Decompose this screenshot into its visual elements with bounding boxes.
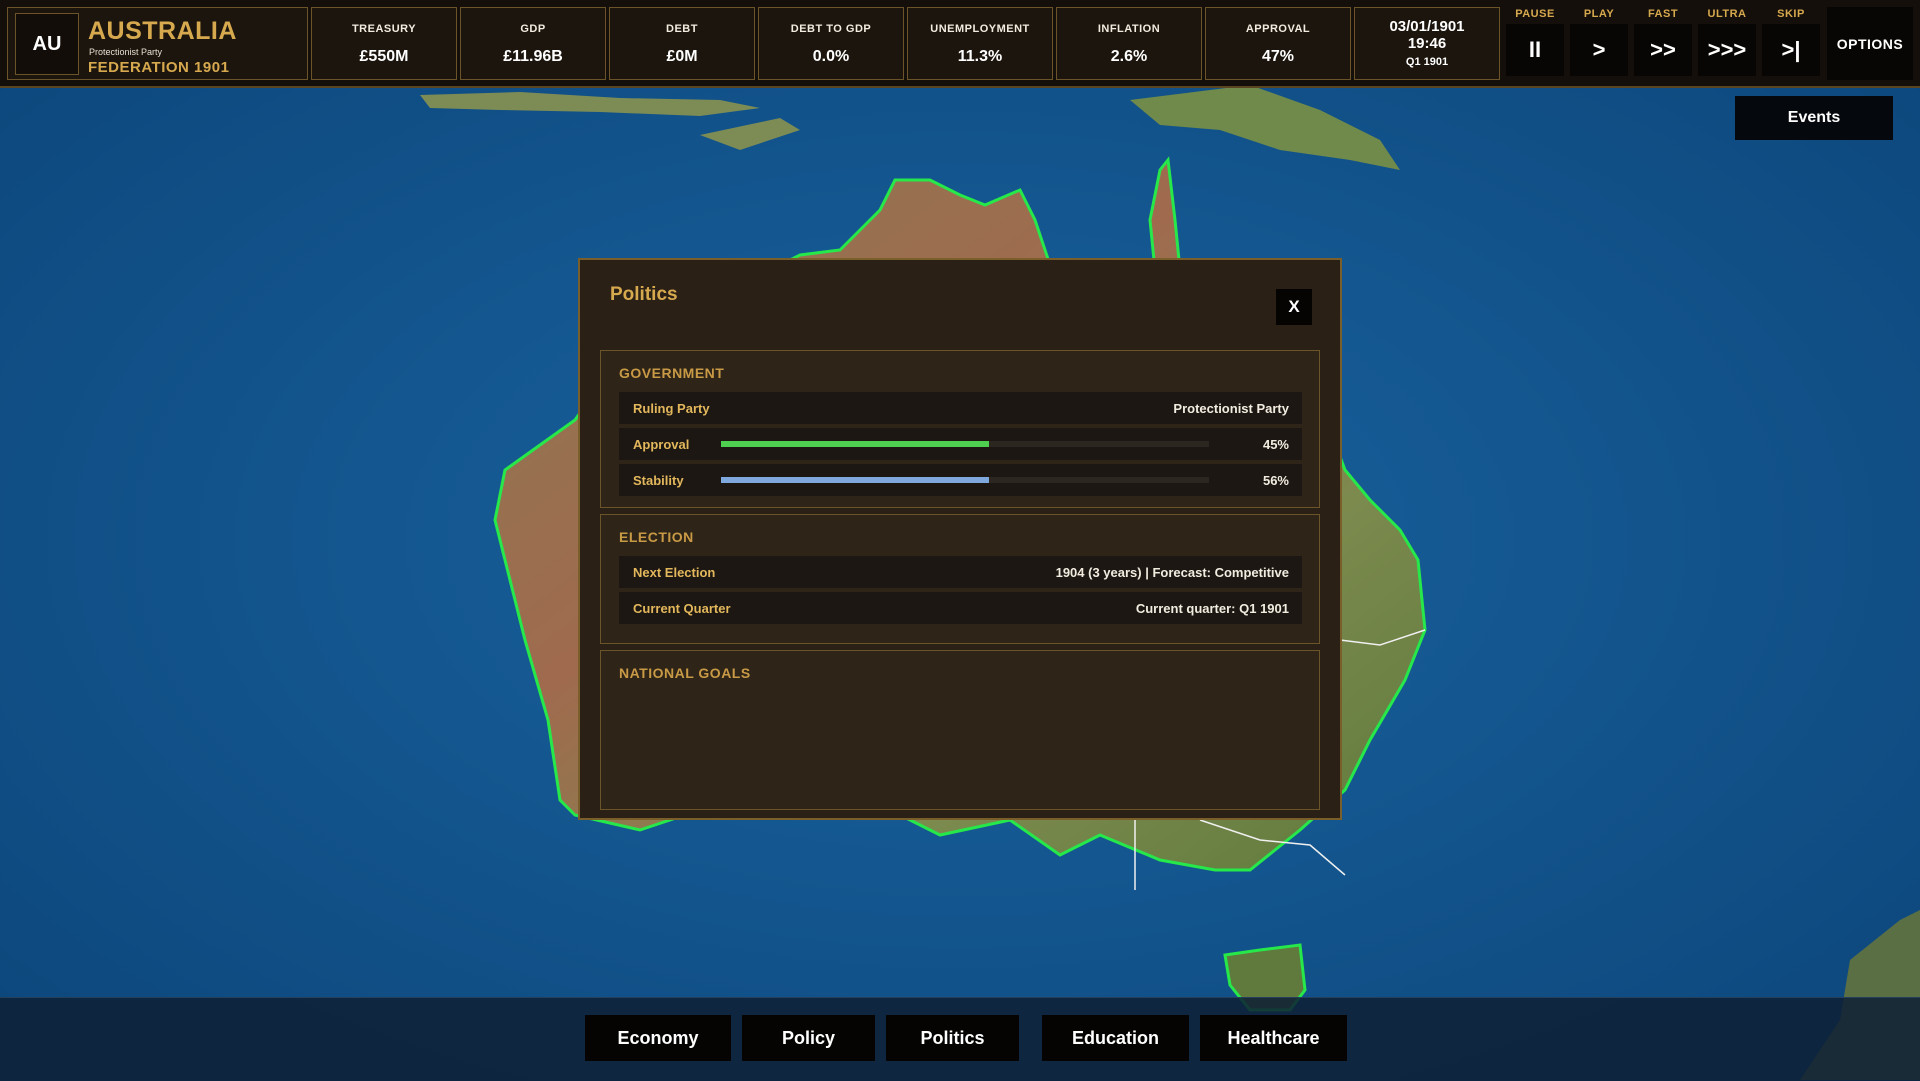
- nation-name: AUSTRALIA: [88, 17, 237, 45]
- play-label: PLAY: [1583, 8, 1615, 20]
- stat-label: TREASURY: [351, 23, 417, 35]
- approval-bar-fill: [721, 441, 990, 447]
- stat-value: £0M: [666, 48, 698, 65]
- play-button[interactable]: >: [1570, 24, 1628, 76]
- top-bar: AU AUSTRALIA Protectionist Party FEDERAT…: [0, 0, 1920, 88]
- quarter-text: Q1 1901: [1405, 56, 1449, 68]
- row-label: Approval: [633, 437, 690, 452]
- date-text: 03/01/1901: [1389, 18, 1465, 35]
- election-section: ELECTION Next Election 1904 (3 years) | …: [600, 514, 1320, 644]
- ultra-label: ULTRA: [1707, 8, 1747, 20]
- row-value: 1904 (3 years) | Forecast: Competitive: [1055, 565, 1289, 580]
- stat-approval: APPROVAL 47%: [1205, 7, 1351, 80]
- bottom-nav-bar: Economy Policy Politics Education Health…: [0, 997, 1920, 1081]
- nation-party: Protectionist Party: [89, 47, 163, 57]
- stat-inflation: INFLATION 2.6%: [1056, 7, 1202, 80]
- stat-gdp: GDP £11.96B: [460, 7, 606, 80]
- nav-politics-button[interactable]: Politics: [886, 1015, 1019, 1061]
- date-display: 03/01/1901 19:46 Q1 1901: [1354, 7, 1500, 80]
- section-title: ELECTION: [619, 529, 694, 545]
- stat-value: 0.0%: [812, 48, 850, 65]
- stat-label: DEBT: [666, 23, 698, 35]
- next-election-row: Next Election 1904 (3 years) | Forecast:…: [619, 556, 1302, 588]
- stat-treasury: TREASURY £550M: [311, 7, 457, 80]
- nav-policy-button[interactable]: Policy: [742, 1015, 875, 1061]
- row-label: Next Election: [633, 565, 716, 580]
- section-title: NATIONAL GOALS: [619, 665, 751, 681]
- ruling-party-row: Ruling Party Protectionist Party: [619, 392, 1302, 424]
- stability-row: Stability 56%: [619, 464, 1302, 496]
- pause-label: PAUSE: [1515, 8, 1555, 20]
- current-quarter-row: Current Quarter Current quarter: Q1 1901: [619, 592, 1302, 624]
- stat-label: INFLATION: [1097, 23, 1161, 35]
- nav-economy-button[interactable]: Economy: [585, 1015, 731, 1061]
- nation-panel[interactable]: AU AUSTRALIA Protectionist Party FEDERAT…: [7, 7, 308, 80]
- stat-label: UNEMPLOYMENT: [930, 23, 1030, 35]
- approval-bar-track: [721, 441, 1209, 447]
- fast-label: FAST: [1647, 8, 1679, 20]
- row-label: Ruling Party: [633, 401, 710, 416]
- stat-value: 2.6%: [1110, 48, 1148, 65]
- nation-subtitle: FEDERATION 1901: [88, 59, 230, 76]
- row-value: 45%: [1262, 437, 1289, 452]
- national-goals-section: NATIONAL GOALS: [600, 650, 1320, 810]
- stat-unemployment: UNEMPLOYMENT 11.3%: [907, 7, 1053, 80]
- events-button[interactable]: Events: [1735, 96, 1893, 140]
- nav-healthcare-button[interactable]: Healthcare: [1200, 1015, 1347, 1061]
- section-title: GOVERNMENT: [619, 365, 725, 381]
- approval-row: Approval 45%: [619, 428, 1302, 460]
- stability-bar-fill: [721, 477, 990, 483]
- nation-code: AU: [15, 13, 79, 75]
- time-text: 19:46: [1407, 35, 1447, 52]
- pause-button[interactable]: II: [1506, 24, 1564, 76]
- skip-button[interactable]: >|: [1762, 24, 1820, 76]
- stat-value: 11.3%: [957, 48, 1003, 65]
- row-value: Protectionist Party: [1173, 401, 1289, 416]
- fast-button[interactable]: >>: [1634, 24, 1692, 76]
- stat-label: DEBT TO GDP: [790, 23, 872, 35]
- panel-title: Politics: [610, 284, 678, 305]
- stat-label: APPROVAL: [1245, 23, 1311, 35]
- stat-value: 47%: [1261, 48, 1295, 65]
- row-value: Current quarter: Q1 1901: [1135, 601, 1289, 616]
- skip-label: SKIP: [1777, 8, 1805, 20]
- close-button[interactable]: X: [1276, 289, 1312, 325]
- stat-value: £11.96B: [503, 48, 563, 65]
- stat-value: £550M: [359, 48, 409, 65]
- row-value: 56%: [1262, 473, 1289, 488]
- nav-education-button[interactable]: Education: [1042, 1015, 1189, 1061]
- stat-debt: DEBT £0M: [609, 7, 755, 80]
- options-button[interactable]: OPTIONS: [1827, 7, 1913, 80]
- stability-bar-track: [721, 477, 1209, 483]
- politics-panel: Politics X GOVERNMENT Ruling Party Prote…: [578, 258, 1342, 820]
- ultra-button[interactable]: >>>: [1698, 24, 1756, 76]
- stat-debt-to-gdp: DEBT TO GDP 0.0%: [758, 7, 904, 80]
- row-label: Current Quarter: [633, 601, 731, 616]
- government-section: GOVERNMENT Ruling Party Protectionist Pa…: [600, 350, 1320, 508]
- stat-label: GDP: [520, 23, 546, 35]
- row-label: Stability: [633, 473, 684, 488]
